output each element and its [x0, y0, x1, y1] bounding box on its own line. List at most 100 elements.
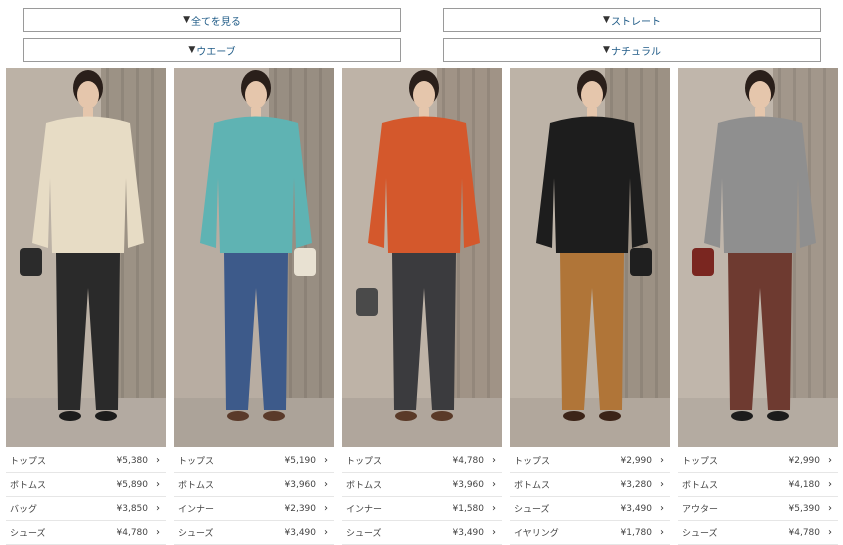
outfit-card: トップス ¥5,190 › ボトムス ¥3,960 › インナー ¥2,390 › シューズ ¥3,…	[174, 68, 334, 545]
item-list: トップス ¥2,990 › ボトムス ¥4,180 › アウター ¥5,390 › シューズ ¥4,…	[678, 449, 838, 545]
filter-label: ウエーブ	[196, 46, 236, 58]
chevron-right-icon: ›	[660, 503, 664, 514]
triangle-down-icon: ▼	[183, 15, 191, 25]
item-row[interactable]: ボトムス ¥3,280 ›	[510, 473, 670, 497]
item-row[interactable]: イヤリング ¥1,780 ›	[510, 521, 670, 545]
item-row[interactable]: トップス ¥4,780 ›	[342, 449, 502, 473]
chevron-right-icon: ›	[324, 479, 328, 490]
item-price: ¥2,990	[788, 455, 821, 466]
chevron-right-icon: ›	[324, 527, 328, 538]
item-category: ボトムス	[346, 481, 383, 491]
outfit-photo[interactable]	[174, 68, 334, 447]
filter-label: ナチュラル	[610, 46, 661, 58]
chevron-right-icon: ›	[492, 503, 496, 514]
triangle-down-icon: ▼	[188, 45, 196, 55]
triangle-down-icon: ▼	[603, 45, 610, 55]
item-price: ¥3,960	[452, 479, 485, 490]
chevron-right-icon: ›	[828, 479, 832, 490]
filter-natural-button[interactable]: ▼ ナチュラル	[443, 38, 821, 62]
item-category: バッグ	[10, 505, 38, 515]
outfit-card: トップス ¥2,990 › ボトムス ¥3,280 › シューズ ¥3,490 › イヤリング ¥1…	[510, 68, 670, 545]
item-row[interactable]: ボトムス ¥3,960 ›	[174, 473, 334, 497]
item-category: トップス	[178, 457, 215, 467]
item-row[interactable]: アウター ¥5,390 ›	[678, 497, 838, 521]
item-category: ボトムス	[10, 481, 47, 491]
filter-straight-button[interactable]: ▼ ストレート	[443, 8, 821, 32]
item-price: ¥1,580	[452, 503, 485, 514]
item-category: ボトムス	[514, 481, 551, 491]
item-row[interactable]: ボトムス ¥3,960 ›	[342, 473, 502, 497]
item-list: トップス ¥2,990 › ボトムス ¥3,280 › シューズ ¥3,490 › イヤリング ¥1…	[510, 449, 670, 545]
item-category: ボトムス	[178, 481, 215, 491]
item-category: イヤリング	[514, 529, 559, 539]
outfit-card: トップス ¥2,990 › ボトムス ¥4,180 › アウター ¥5,390 › シューズ ¥4,…	[678, 68, 838, 545]
filter-all-button[interactable]: ▼ 全てを見る	[23, 8, 401, 32]
chevron-right-icon: ›	[324, 455, 328, 466]
chevron-right-icon: ›	[660, 479, 664, 490]
item-price: ¥1,780	[620, 527, 653, 538]
item-row[interactable]: トップス ¥5,380 ›	[6, 449, 166, 473]
triangle-down-icon: ▼	[603, 15, 610, 25]
chevron-right-icon: ›	[156, 479, 160, 490]
item-price: ¥3,490	[452, 527, 485, 538]
chevron-right-icon: ›	[828, 527, 832, 538]
item-category: トップス	[10, 457, 47, 467]
item-row[interactable]: ボトムス ¥4,180 ›	[678, 473, 838, 497]
item-row[interactable]: インナー ¥1,580 ›	[342, 497, 502, 521]
outfit-photo[interactable]	[678, 68, 838, 447]
item-category: シューズ	[514, 505, 550, 515]
item-price: ¥3,850	[116, 503, 149, 514]
item-row[interactable]: シューズ ¥3,490 ›	[174, 521, 334, 545]
item-row[interactable]: トップス ¥2,990 ›	[678, 449, 838, 473]
item-row[interactable]: シューズ ¥3,490 ›	[342, 521, 502, 545]
filter-wave-button[interactable]: ▼ ウエーブ	[23, 38, 401, 62]
chevron-right-icon: ›	[156, 455, 160, 466]
item-row[interactable]: インナー ¥2,390 ›	[174, 497, 334, 521]
item-row[interactable]: シューズ ¥4,780 ›	[6, 521, 166, 545]
chevron-right-icon: ›	[660, 455, 664, 466]
chevron-right-icon: ›	[660, 527, 664, 538]
outfit-photo[interactable]	[6, 68, 166, 447]
item-price: ¥5,390	[788, 503, 821, 514]
chevron-right-icon: ›	[828, 455, 832, 466]
item-price: ¥4,180	[788, 479, 821, 490]
chevron-right-icon: ›	[492, 455, 496, 466]
item-category: シューズ	[10, 529, 46, 539]
chevron-right-icon: ›	[828, 503, 832, 514]
outfit-photo[interactable]	[510, 68, 670, 447]
item-category: トップス	[514, 457, 551, 467]
outfit-card: トップス ¥4,780 › ボトムス ¥3,960 › インナー ¥1,580 › シューズ ¥3,…	[342, 68, 502, 545]
chevron-right-icon: ›	[492, 479, 496, 490]
item-category: ボトムス	[682, 481, 719, 491]
item-price: ¥3,490	[620, 503, 653, 514]
item-row[interactable]: バッグ ¥3,850 ›	[6, 497, 166, 521]
item-row[interactable]: ボトムス ¥5,890 ›	[6, 473, 166, 497]
chevron-right-icon: ›	[492, 527, 496, 538]
item-row[interactable]: トップス ¥5,190 ›	[174, 449, 334, 473]
item-category: インナー	[346, 505, 383, 515]
chevron-right-icon: ›	[156, 527, 160, 538]
item-category: インナー	[178, 505, 215, 515]
item-price: ¥2,990	[620, 455, 653, 466]
item-list: トップス ¥5,380 › ボトムス ¥5,890 › バッグ ¥3,850 › シューズ ¥4,7…	[6, 449, 166, 545]
chevron-right-icon: ›	[156, 503, 160, 514]
item-price: ¥5,890	[116, 479, 149, 490]
item-price: ¥3,960	[284, 479, 317, 490]
item-row[interactable]: シューズ ¥4,780 ›	[678, 521, 838, 545]
item-category: トップス	[346, 457, 383, 467]
filter-label: ストレート	[610, 16, 661, 28]
item-list: トップス ¥4,780 › ボトムス ¥3,960 › インナー ¥1,580 › シューズ ¥3,…	[342, 449, 502, 545]
item-price: ¥5,380	[116, 455, 149, 466]
item-category: トップス	[682, 457, 719, 467]
item-row[interactable]: シューズ ¥3,490 ›	[510, 497, 670, 521]
chevron-right-icon: ›	[324, 503, 328, 514]
item-row[interactable]: トップス ¥2,990 ›	[510, 449, 670, 473]
filter-label: 全てを見る	[191, 16, 241, 28]
item-price: ¥5,190	[284, 455, 317, 466]
item-price: ¥4,780	[116, 527, 149, 538]
outfit-photo[interactable]	[342, 68, 502, 447]
item-price: ¥2,390	[284, 503, 317, 514]
item-category: シューズ	[178, 529, 214, 539]
outfit-card: トップス ¥5,380 › ボトムス ¥5,890 › バッグ ¥3,850 › シューズ ¥4,7…	[6, 68, 166, 545]
item-list: トップス ¥5,190 › ボトムス ¥3,960 › インナー ¥2,390 › シューズ ¥3,…	[174, 449, 334, 545]
